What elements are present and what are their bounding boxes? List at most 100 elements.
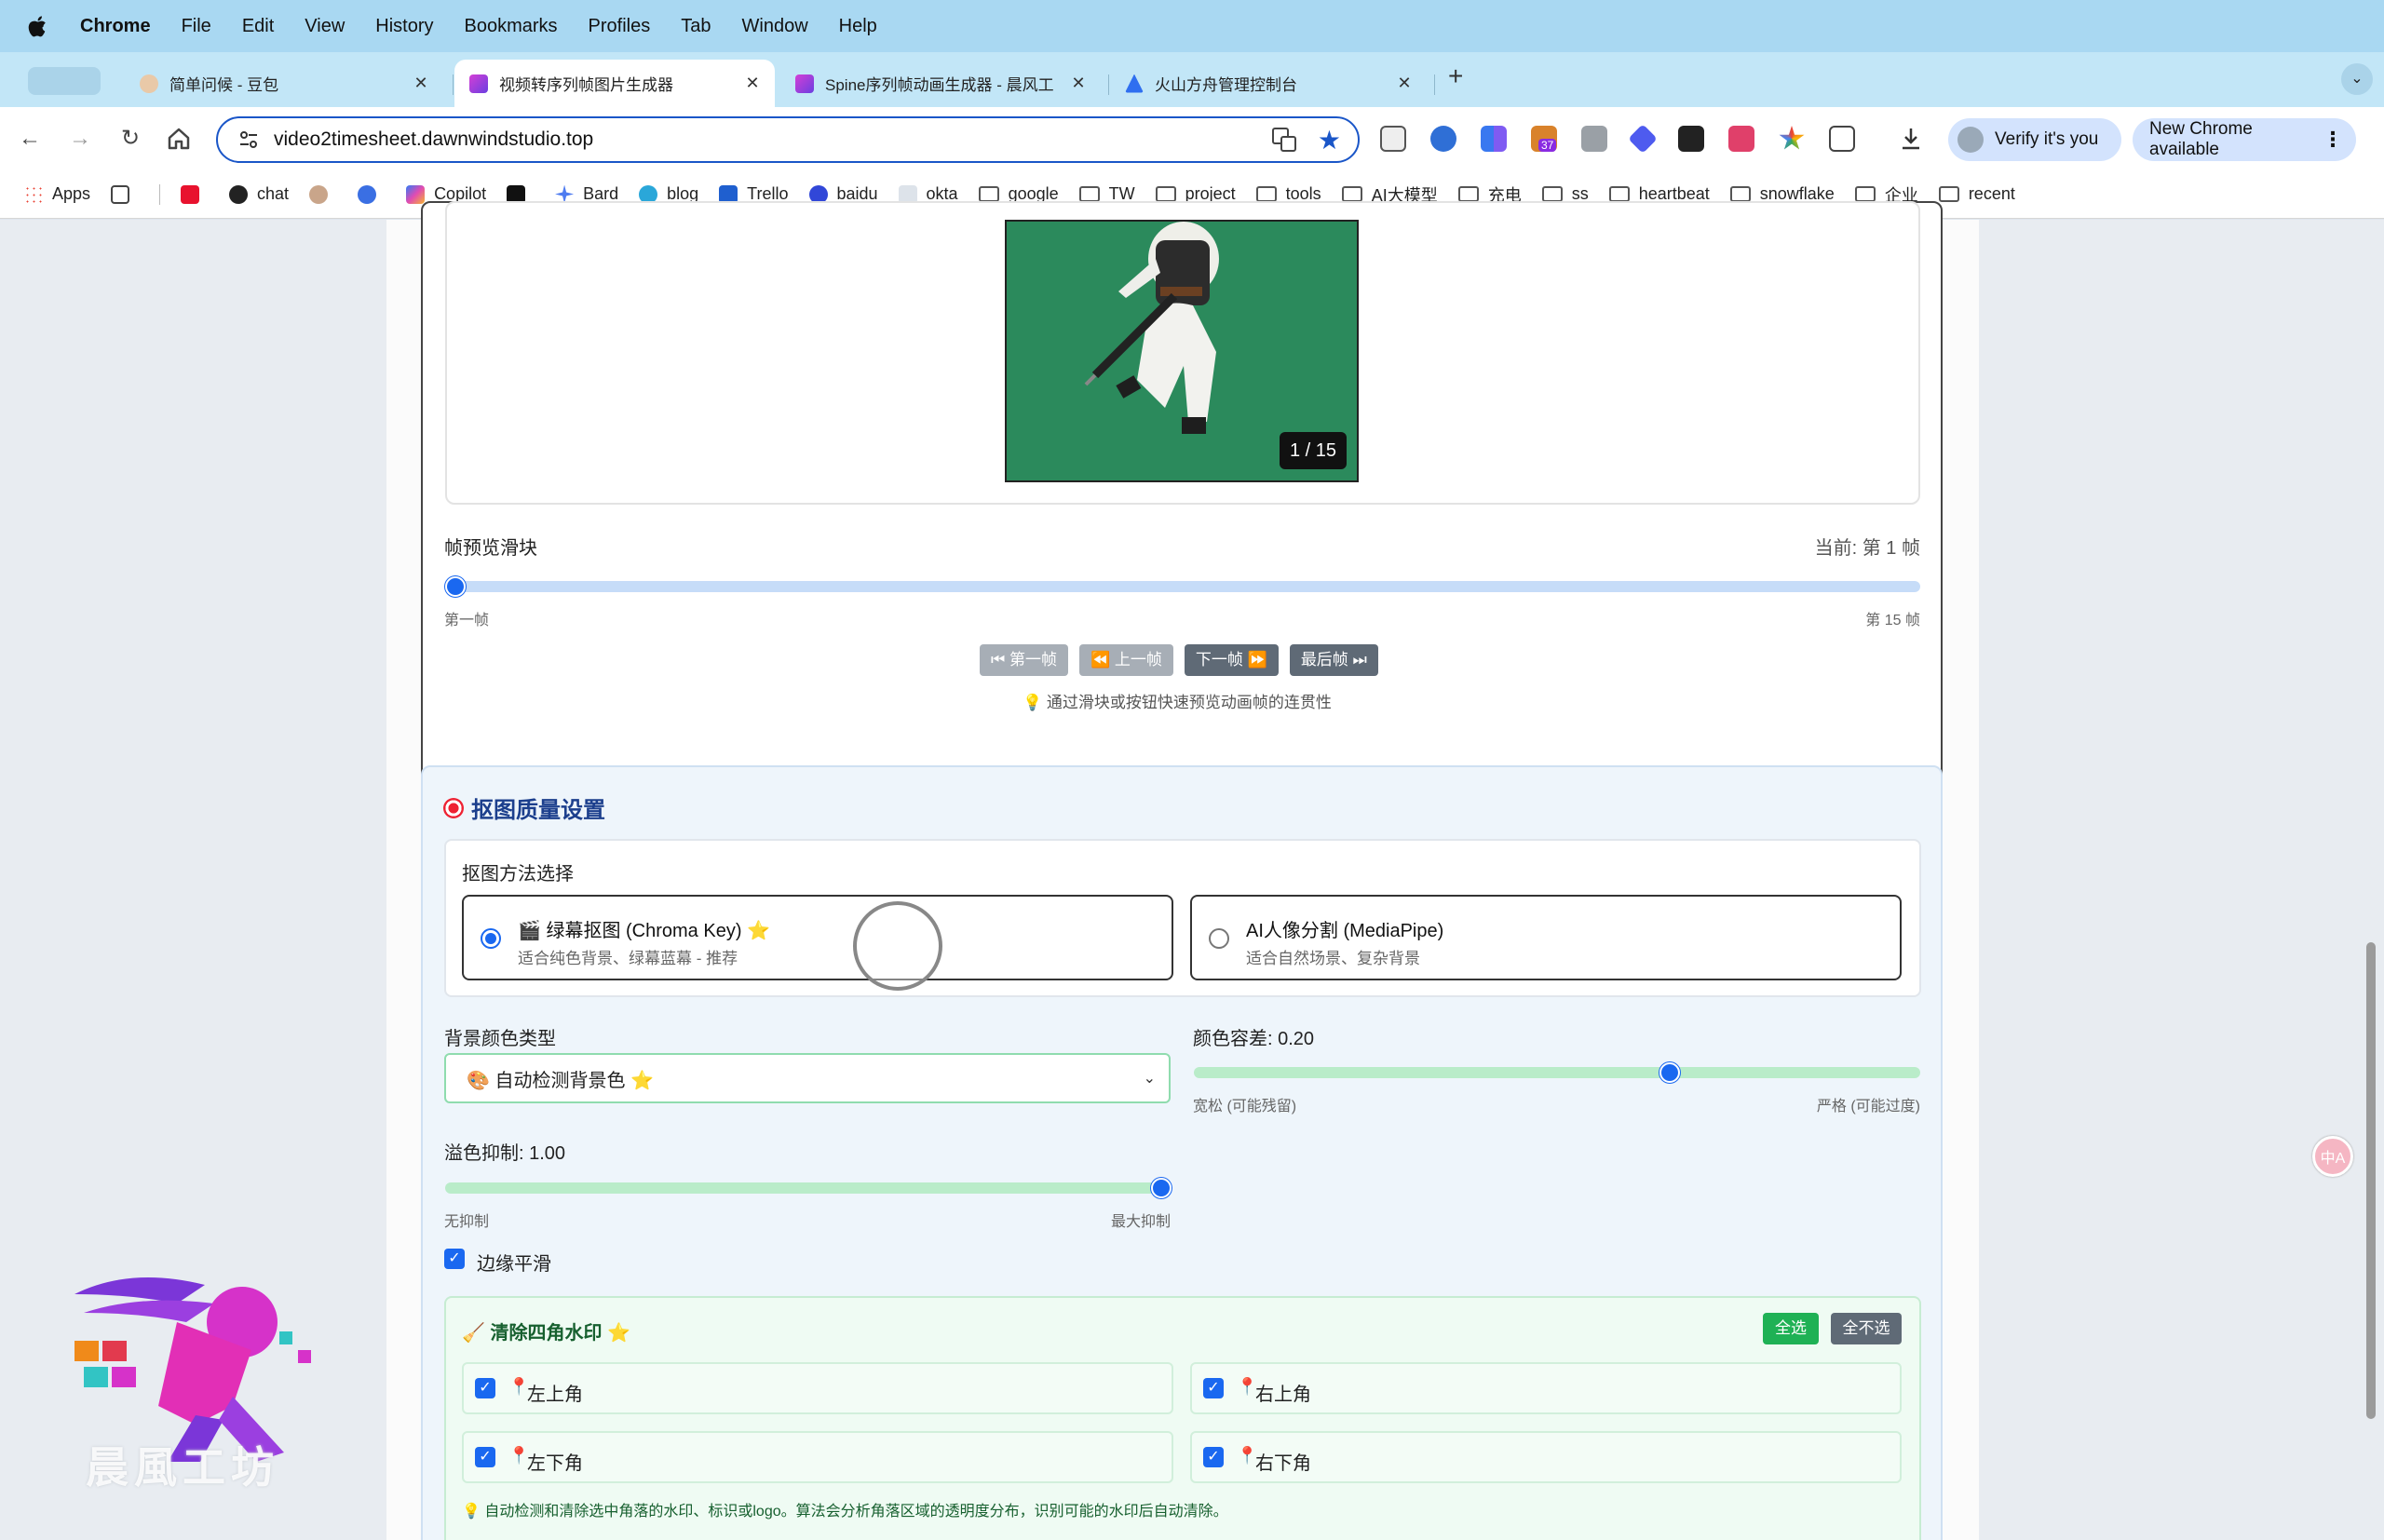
menu-profiles[interactable]: Profiles [589, 16, 651, 37]
watermark-title: 🧹 清除四角水印 ⭐ [462, 1323, 630, 1344]
new-tab-plus-icon[interactable]: + [1448, 61, 1463, 91]
download-icon[interactable] [1898, 126, 1924, 152]
bookmark-y[interactable] [181, 184, 209, 204]
option-title: AI人像分割 (MediaPipe) [1246, 921, 1444, 941]
bg-type-select[interactable]: 🎨 自动检测背景色 ⭐ ⌄ [444, 1053, 1171, 1103]
extension-star-icon[interactable] [1779, 126, 1805, 150]
close-icon[interactable]: ✕ [413, 74, 428, 93]
tab-volcano-console[interactable]: 火山方舟管理控制台 ✕ [1110, 60, 1427, 107]
spill-slider-track[interactable] [445, 1182, 1172, 1194]
corner-top-right[interactable]: ✓ 📍 右上角 [1190, 1362, 1902, 1414]
frame-slider-thumb[interactable] [445, 576, 466, 597]
tab-video2timesheet[interactable]: 视频转序列帧图片生成器 ✕ [454, 60, 775, 107]
doubao-favicon-icon [140, 74, 158, 93]
bookmark-chat[interactable]: chat [229, 184, 289, 204]
tab-separator [1108, 74, 1109, 95]
volcano-favicon-icon [1125, 74, 1144, 93]
last-frame-button[interactable]: 最后帧 ⏭ [1289, 644, 1378, 676]
close-icon[interactable]: ✕ [745, 74, 760, 93]
spill-min-label: 无抑制 [444, 1214, 490, 1230]
tab-title: 火山方舟管理控制台 [1155, 76, 1297, 94]
select-none-button[interactable]: 全不选 [1831, 1313, 1902, 1344]
menu-help[interactable]: Help [839, 16, 877, 37]
home-icon[interactable] [164, 124, 194, 154]
next-frame-button[interactable]: 下一帧 ⏩ [1184, 644, 1279, 676]
site-settings-icon[interactable] [238, 129, 259, 150]
browser-extension-icon[interactable] [1430, 126, 1456, 152]
kebab-menu-icon[interactable]: ⋮ [2323, 128, 2343, 152]
extensions-puzzle-icon[interactable] [1829, 126, 1855, 152]
translate-icon[interactable] [1271, 127, 1297, 153]
extension-icon[interactable] [1678, 126, 1704, 152]
target-icon [443, 797, 464, 818]
corner-checkbox[interactable]: ✓ [475, 1447, 495, 1467]
edge-smooth-checkbox[interactable]: ✓ [444, 1249, 465, 1269]
bookmark-ai[interactable] [358, 184, 386, 204]
close-icon[interactable]: ✕ [1397, 74, 1412, 93]
prev-frame-button[interactable]: ⏪ 上一帧 [1079, 644, 1173, 676]
reload-icon[interactable]: ↻ [115, 124, 145, 154]
frame-slider-track[interactable] [447, 581, 1920, 592]
chevron-down-icon: ⌄ [1143, 1071, 1156, 1087]
corner-checkbox[interactable]: ✓ [1203, 1447, 1224, 1467]
option-ai-segmentation[interactable]: AI人像分割 (MediaPipe) 适合自然场景、复杂背景 [1190, 895, 1902, 980]
extension-icon[interactable] [1628, 124, 1658, 154]
menu-history[interactable]: History [375, 16, 433, 37]
corner-checkbox[interactable]: ✓ [475, 1378, 495, 1398]
quality-title: 抠图质量设置 [443, 791, 605, 824]
corner-bottom-right[interactable]: ✓ 📍 右下角 [1190, 1431, 1902, 1483]
tab-spine-generator[interactable]: Spine序列帧动画生成器 - 晨风工 ✕ [780, 60, 1101, 107]
menu-app-name[interactable]: Chrome [80, 16, 151, 37]
bookmark-folder-recent[interactable]: recent [1938, 184, 2015, 204]
grid-icon [111, 184, 130, 204]
menu-window[interactable]: Window [742, 16, 808, 37]
menu-edit[interactable]: Edit [242, 16, 274, 37]
bookmark-grid[interactable] [111, 184, 139, 204]
spill-label: 溢色抑制: 1.00 [444, 1143, 566, 1164]
menu-tab[interactable]: Tab [681, 16, 711, 37]
extension-icon[interactable] [1728, 126, 1754, 152]
tolerance-slider-track[interactable] [1194, 1067, 1920, 1078]
address-bar[interactable]: video2timesheet.dawnwindstudio.top ★ [216, 116, 1360, 163]
radio-chroma-key[interactable] [481, 928, 501, 949]
tab-doubao[interactable]: 简单问候 - 豆包 ✕ [125, 60, 443, 107]
bookmark-apps[interactable]: Apps [24, 184, 90, 204]
ai-logo-icon [358, 184, 377, 204]
frame-slider-title: 帧预览滑块 [444, 538, 537, 559]
back-arrow-icon[interactable]: ← [15, 124, 45, 154]
verify-identity-button[interactable]: Verify it's you [1948, 118, 2121, 161]
qr-extension-icon[interactable] [1380, 126, 1406, 152]
chrome-update-button[interactable]: New Chrome available ⋮ [2133, 118, 2356, 161]
corner-bottom-left[interactable]: ✓ 📍 左下角 [462, 1431, 1173, 1483]
corner-checkbox[interactable]: ✓ [1203, 1378, 1224, 1398]
bookmark-star-icon[interactable]: ★ [1318, 125, 1341, 155]
page-scrollbar[interactable] [2366, 942, 2376, 1419]
menu-file[interactable]: File [182, 16, 211, 37]
corner-label: 左下角 [527, 1453, 583, 1474]
y-logo-icon [181, 184, 200, 204]
watermark-hint: 💡 自动检测和清除选中角落的水印、标识或logo。算法会分析角落区域的透明度分布… [462, 1504, 1228, 1520]
radio-ai-segmentation[interactable] [1209, 928, 1229, 949]
extension-icon[interactable] [1481, 126, 1507, 152]
extension-badge-icon[interactable]: 37 [1531, 126, 1557, 152]
option-chroma-key[interactable]: 🎬 绿幕抠图 (Chroma Key) ⭐ 适合纯色背景、绿幕蓝幕 - 推荐 [462, 895, 1173, 980]
url-text: video2timesheet.dawnwindstudio.top [274, 128, 594, 150]
apple-icon[interactable] [26, 14, 48, 38]
apps-grid-icon [24, 184, 43, 204]
corner-top-left[interactable]: ✓ 📍 左上角 [462, 1362, 1173, 1414]
bookmark-avatar[interactable] [309, 184, 337, 204]
camera-icon[interactable] [1581, 126, 1607, 152]
spill-slider-thumb[interactable] [1151, 1178, 1172, 1198]
select-all-button[interactable]: 全选 [1763, 1313, 1819, 1344]
tab-search-button[interactable] [28, 67, 101, 95]
chevron-down-icon[interactable]: ⌄ [2341, 63, 2373, 95]
menu-view[interactable]: View [305, 16, 345, 37]
first-frame-button[interactable]: ⏮ 第一帧 [980, 644, 1069, 676]
browser-toolbar: ← → ↻ video2timesheet.dawnwindstudio.top… [0, 107, 2384, 170]
floating-translate-button[interactable]: 中A [2312, 1136, 2353, 1177]
close-icon[interactable]: ✕ [1071, 74, 1086, 93]
folder-icon [1255, 186, 1277, 202]
forward-arrow-icon[interactable]: → [65, 124, 95, 154]
folder-icon [1155, 186, 1176, 202]
menu-bookmarks[interactable]: Bookmarks [465, 16, 558, 37]
